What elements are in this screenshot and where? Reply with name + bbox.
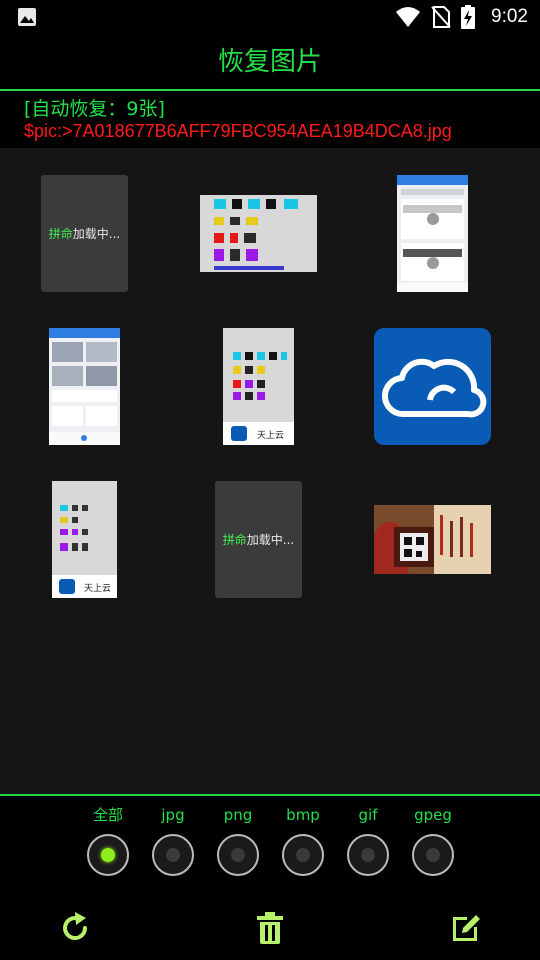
recovered-count: [自动恢复：9张] [24,98,165,120]
thumbnail-caption: 天上云 [257,431,285,441]
status-bar: 9:02 [0,0,540,36]
filter-label: gif [358,806,378,824]
image-thumbnail[interactable] [200,195,317,272]
filter-label: 全部 [92,806,123,824]
filter-all[interactable]: 全部 [78,796,138,876]
bottom-toolbar [0,896,540,960]
loading-text: 加载中... [246,533,295,547]
radio-dot [426,848,440,862]
filter-bmp[interactable]: bmp [273,796,333,876]
image-grid: 拼命 加载中... 天上云 天上云 拼命 加载中... [0,148,540,794]
phone-screenshot-icon [49,328,120,445]
image-thumbnail-loading[interactable]: 拼命 加载中... [41,175,128,292]
image-thumbnail[interactable]: 天上云 [223,328,294,445]
radio-button[interactable] [282,834,324,876]
radio-dot [166,848,180,862]
filter-label: gpeg [414,806,452,824]
filter-label: png [223,806,253,824]
loading-text-green: 拼命 [48,227,73,241]
image-thumbnail-loading[interactable]: 拼命 加载中... [215,481,302,598]
game-banner-icon [374,505,491,574]
edit-icon [453,915,480,941]
page-title: 恢复图片 [217,47,322,77]
image-thumbnail[interactable] [49,328,120,445]
glyph-art-icon [214,199,298,270]
filter-gpeg[interactable]: gpeg [403,796,463,876]
radio-button[interactable] [217,834,259,876]
radio-button[interactable] [347,834,389,876]
gallery-icon [18,8,36,26]
filter-jpg[interactable]: jpg [143,796,203,876]
file-type-filter: 全部 jpg png bmp gif gpeg [0,796,540,896]
filter-label: jpg [161,806,185,824]
image-thumbnail[interactable] [374,328,491,445]
image-thumbnail[interactable] [374,505,491,574]
no-sim-icon [431,6,451,28]
edit-button[interactable] [446,908,486,948]
current-file: $pic:>7A018677B6AFF79FBC954AEA19B4DCA8.j… [24,121,452,141]
loading-text: 加载中... [72,227,121,241]
image-thumbnail[interactable] [397,175,468,292]
trash-icon [257,912,283,944]
thumbnail-caption: 天上云 [84,584,112,594]
filter-gif[interactable]: gif [338,796,398,876]
radio-dot-selected [101,848,115,862]
title-bar: 恢复图片 [0,36,540,89]
phone-screenshot-icon [397,175,468,292]
filter-label: bmp [286,806,320,824]
radio-button[interactable] [412,834,454,876]
radio-dot [361,848,375,862]
cloud-icon [381,358,487,418]
loading-text-green: 拼命 [222,533,247,547]
radio-button[interactable] [152,834,194,876]
image-thumbnail[interactable]: 天上云 [52,481,117,598]
radio-dot [296,848,310,862]
refresh-icon [63,912,88,941]
clock: 9:02 [491,6,528,27]
filter-png[interactable]: png [208,796,268,876]
wifi-icon [396,7,421,27]
refresh-button[interactable] [55,908,95,948]
radio-button[interactable] [87,834,129,876]
radio-dot [231,848,245,862]
delete-button[interactable] [250,908,290,948]
battery-charging-icon [461,5,476,29]
recovery-info: [自动恢复：9张] $pic:>7A018677B6AFF79FBC954AEA… [0,91,540,148]
